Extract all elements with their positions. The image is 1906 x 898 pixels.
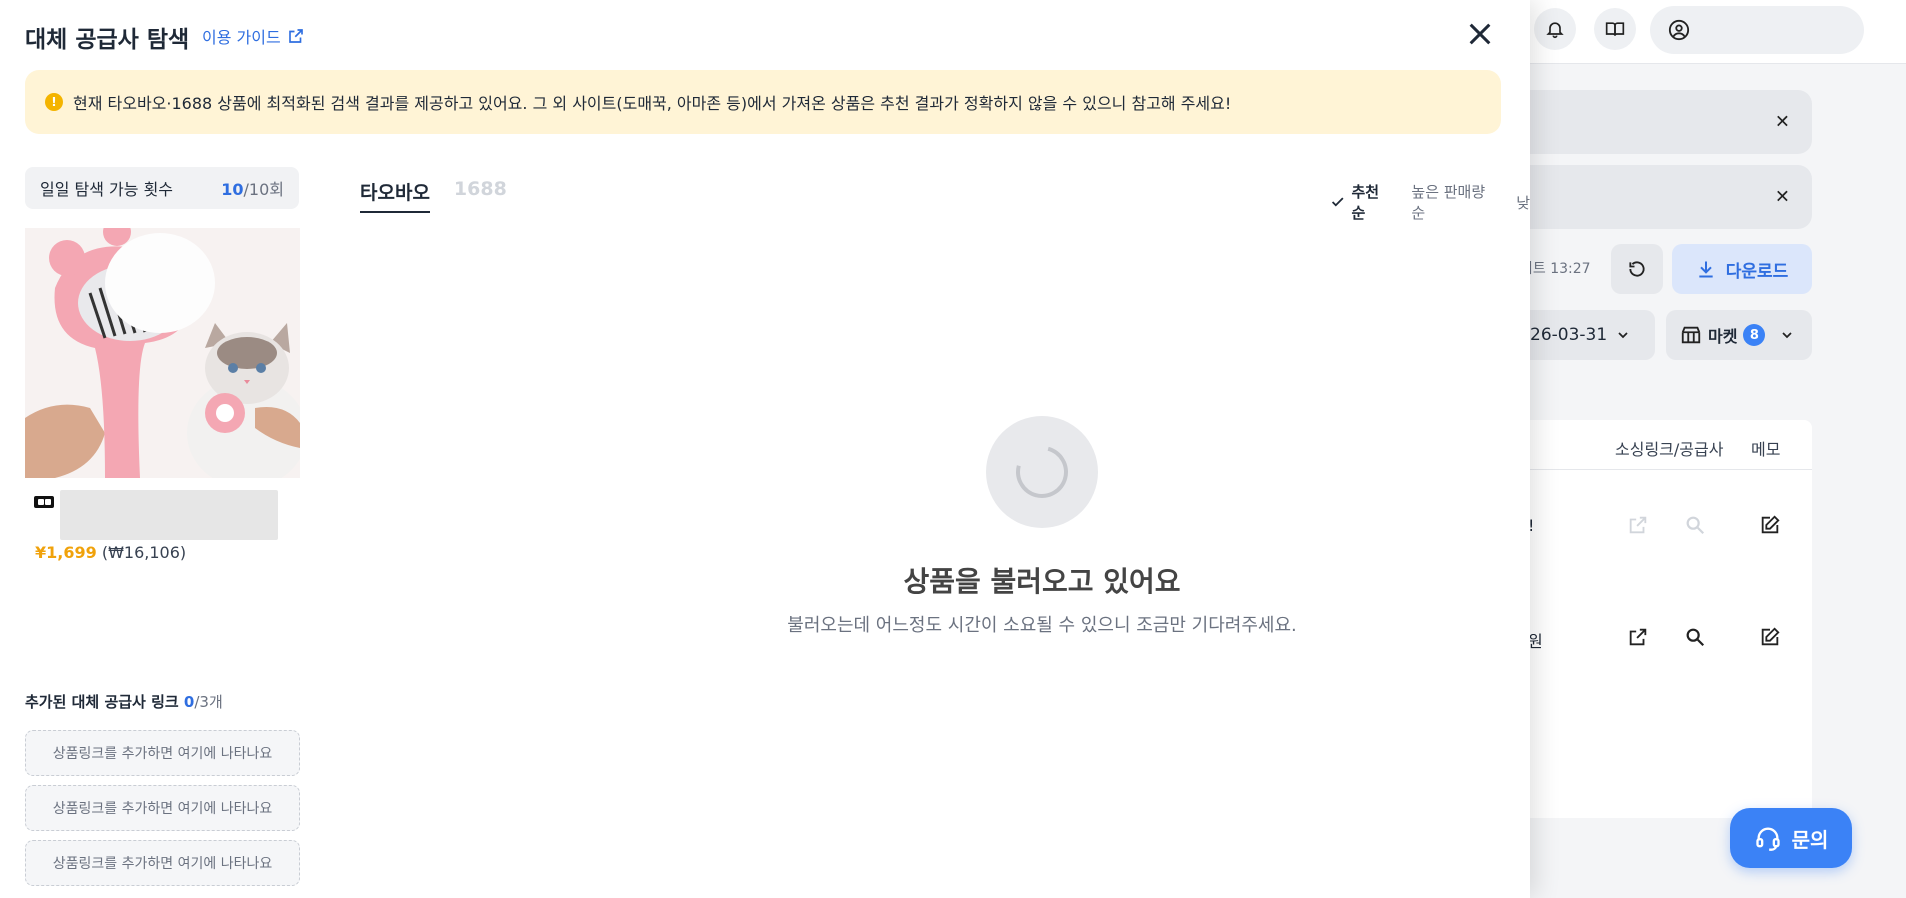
quota-value: 10/10회: [221, 180, 284, 199]
tab-1688[interactable]: 1688: [454, 178, 507, 213]
check-icon: [1331, 197, 1344, 207]
updated-time: 이트 13:27: [1520, 261, 1591, 277]
search-icon[interactable]: [1682, 624, 1708, 650]
chevron-down-icon: [1618, 332, 1628, 339]
bell-icon: [1546, 22, 1564, 39]
close-button[interactable]: [1462, 16, 1498, 52]
refresh-icon: [1629, 261, 1645, 277]
daily-quota: 일일 탐색 가능 횟수 10/10회: [25, 167, 299, 209]
market-label: 마켓: [1708, 327, 1738, 346]
notice-banner: ! 현재 타오바오·1688 상품에 최적화된 검색 결과를 제공하고 있어요.…: [25, 70, 1501, 134]
usage-guide-link[interactable]: 이용 가이드: [202, 24, 305, 48]
close-icon[interactable]: ✕: [1775, 112, 1790, 133]
taobao-logo-icon: [34, 496, 54, 508]
price-cny: ¥1,699: [35, 543, 97, 562]
warning-icon: !: [45, 93, 63, 111]
tab-taobao[interactable]: 타오바오: [360, 178, 430, 213]
date-value: 26-03-31: [1530, 325, 1608, 345]
open-link-icon[interactable]: [1625, 624, 1651, 650]
download-icon: [1699, 261, 1713, 278]
product-title-placeholder: [60, 490, 278, 540]
store-icon: [1681, 326, 1701, 344]
sort-options: 추천순 높은 판매량순 낮: [1330, 181, 1530, 223]
product-meta: [34, 490, 278, 540]
notice-text: 현재 타오바오·1688 상품에 최적화된 검색 결과를 제공하고 있어요. 그…: [73, 94, 1232, 113]
profile-menu[interactable]: [1650, 6, 1864, 54]
link-slot: 상품링크를 추가하면 여기에 나타나요: [25, 840, 300, 886]
spinner-icon: [1006, 436, 1078, 508]
close-icon: [1469, 23, 1491, 45]
sort-next-cut[interactable]: 낮: [1516, 192, 1530, 213]
column-header: 메모: [1751, 440, 1781, 459]
loading-spinner: [986, 416, 1098, 528]
notification-button[interactable]: [1534, 8, 1576, 50]
close-icon[interactable]: ✕: [1775, 187, 1790, 208]
alternative-supplier-modal: 대체 공급사 탐색 이용 가이드 ! 현재 타오바오·1688 상품에 최적화된…: [0, 0, 1530, 898]
search-icon[interactable]: [1682, 512, 1708, 538]
download-label: 다운로드: [1725, 261, 1789, 282]
inquiry-fab[interactable]: 문의: [1730, 808, 1852, 868]
guide-link-label: 이용 가이드: [202, 28, 281, 47]
price-krw: (₩16,106): [101, 543, 187, 562]
headset-icon: [1755, 827, 1780, 851]
added-links-title: 추가된 대체 공급사 링크 0/3개: [25, 693, 223, 711]
loading-subtitle: 불러오는데 어느정도 시간이 소요될 수 있으니 조금만 기다려주세요.: [787, 615, 1297, 636]
book-icon: [1605, 22, 1625, 36]
open-link-icon[interactable]: [1625, 512, 1651, 538]
refresh-button[interactable]: [1611, 244, 1663, 294]
external-link-icon: [288, 29, 303, 43]
user-circle-icon: [1668, 19, 1690, 41]
loading-title: 상품을 불러오고 있어요: [903, 565, 1181, 598]
chevron-down-icon: [1782, 332, 1793, 339]
market-select[interactable]: 마켓 8: [1666, 310, 1812, 360]
link-slot: 상품링크를 추가하면 여기에 나타나요: [25, 785, 300, 831]
guide-book-button[interactable]: [1594, 8, 1636, 50]
download-button[interactable]: 다운로드: [1672, 244, 1812, 294]
inquiry-label: 문의: [1791, 827, 1829, 852]
source-tabs: 타오바오 1688: [360, 178, 507, 213]
edit-icon[interactable]: [1757, 624, 1783, 650]
edit-icon[interactable]: [1757, 512, 1783, 538]
quota-label: 일일 탐색 가능 횟수: [40, 180, 174, 199]
link-slot: 상품링크를 추가하면 여기에 나타나요: [25, 730, 300, 776]
market-count-badge: 8: [1743, 324, 1766, 346]
sort-high-sales[interactable]: 높은 판매량순: [1411, 181, 1496, 223]
sort-recommended[interactable]: 추천순: [1330, 181, 1391, 223]
product-price: ¥1,699 (₩16,106): [35, 543, 186, 562]
column-header: 소싱링크/공급사: [1615, 440, 1724, 459]
table-cell: 원: [1528, 632, 1543, 651]
modal-title: 대체 공급사 탐색: [25, 27, 190, 53]
product-image: [25, 228, 300, 478]
